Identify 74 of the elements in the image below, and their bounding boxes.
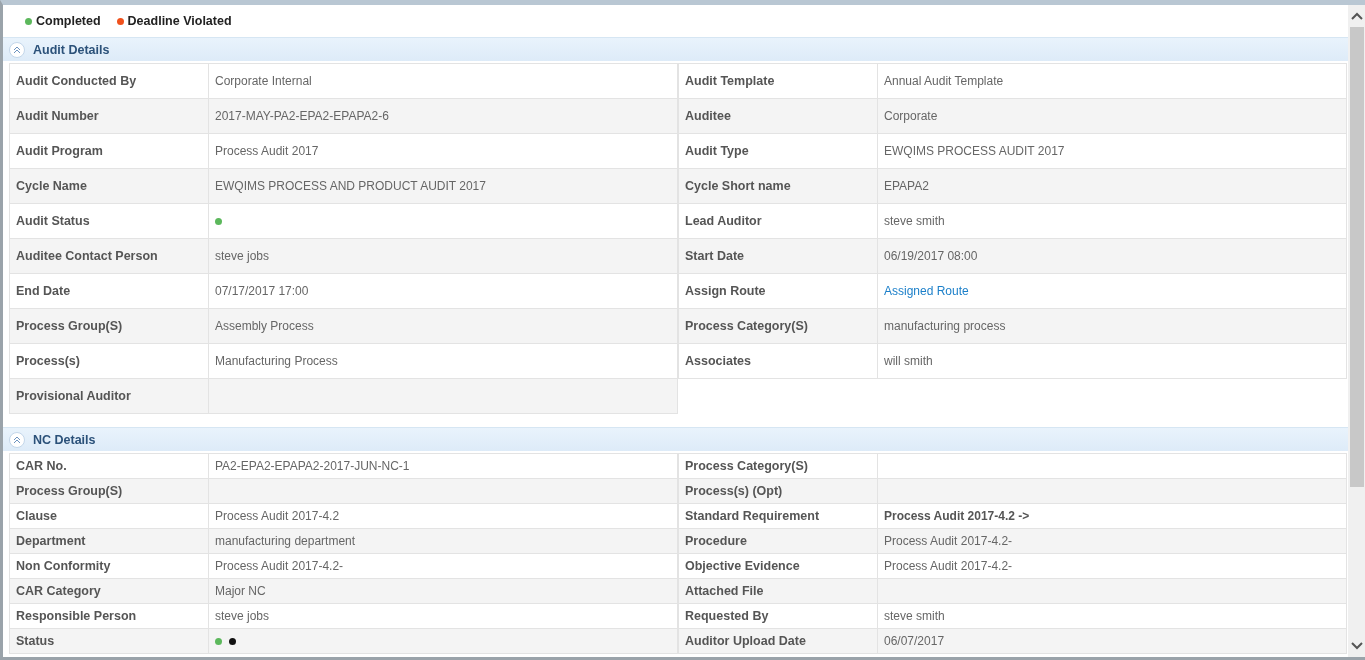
field-value-cell: steve smith bbox=[878, 604, 1347, 629]
field-label-cell: Objective Evidence bbox=[678, 554, 878, 579]
field-value-cell: EWQIMS PROCESS AUDIT 2017 bbox=[878, 134, 1347, 169]
field-value-cell: Manufacturing Process bbox=[209, 344, 678, 379]
field-value-cell: 07/17/2017 17:00 bbox=[209, 274, 678, 309]
collapse-toggle-icon[interactable] bbox=[9, 431, 25, 448]
field-label-cell: Audit Number bbox=[9, 99, 209, 134]
field-label-cell: Requested By bbox=[678, 604, 878, 629]
field-value-cell: manufacturing process bbox=[878, 309, 1347, 344]
field-label-cell: Department bbox=[9, 529, 209, 554]
legend-label: Completed bbox=[36, 14, 101, 28]
field-value-cell: 2017-MAY-PA2-EPA2-EPAPA2-6 bbox=[209, 99, 678, 134]
field-label-cell: Audit Template bbox=[678, 63, 878, 99]
field-value-cell: steve jobs bbox=[209, 239, 678, 274]
field-value-cell: 06/07/2017 bbox=[878, 629, 1347, 654]
field-value-cell: Assembly Process bbox=[209, 309, 678, 344]
legend-label: Deadline Violated bbox=[127, 14, 232, 28]
scroll-down-icon[interactable] bbox=[1350, 642, 1363, 650]
field-label-cell: CAR No. bbox=[9, 453, 209, 479]
field-value-cell: steve jobs bbox=[209, 604, 678, 629]
field-value-cell: EWQIMS PROCESS AND PRODUCT AUDIT 2017 bbox=[209, 169, 678, 204]
field-label-cell: Process Group(S) bbox=[9, 309, 209, 344]
field-label-cell: Process(s) bbox=[9, 344, 209, 379]
field-value-cell: Corporate bbox=[878, 99, 1347, 134]
field-value-cell: EPAPA2 bbox=[878, 169, 1347, 204]
field-label-cell: End Date bbox=[9, 274, 209, 309]
field-value-cell: Major NC bbox=[209, 579, 678, 604]
field-value-cell: Process Audit 2017-4.2- bbox=[878, 529, 1347, 554]
field-label-cell: Auditee bbox=[678, 99, 878, 134]
section-title: NC Details bbox=[33, 432, 96, 447]
route-link[interactable]: Assigned Route bbox=[884, 284, 969, 298]
field-label-cell: Provisional Auditor bbox=[9, 379, 209, 414]
field-value-cell: Process Audit 2017-4.2 bbox=[209, 504, 678, 529]
field-value-cell: steve smith bbox=[878, 204, 1347, 239]
field-label-cell: Audit Conducted By bbox=[9, 63, 209, 99]
field-value-cell: will smith bbox=[878, 344, 1347, 379]
field-label-cell: Audit Type bbox=[678, 134, 878, 169]
field-label-cell: Cycle Short name bbox=[678, 169, 878, 204]
field-label-cell: Associates bbox=[678, 344, 878, 379]
field-label-cell: Auditor Upload Date bbox=[678, 629, 878, 654]
field-label-cell: Attached File bbox=[678, 579, 878, 604]
field-label-cell: Process Group(S) bbox=[9, 479, 209, 504]
field-label-cell: Standard Requirement bbox=[678, 504, 878, 529]
scroll-up-icon[interactable] bbox=[1350, 12, 1363, 20]
field-label-cell: Process Category(S) bbox=[678, 309, 878, 344]
field-label-cell: Audit Status bbox=[9, 204, 209, 239]
field-label-cell: Auditee Contact Person bbox=[9, 239, 209, 274]
field-label-cell: Process Category(S) bbox=[678, 453, 878, 479]
field-label-cell: Clause bbox=[9, 504, 209, 529]
field-value-cell: PA2-EPA2-EPAPA2-2017-JUN-NC-1 bbox=[209, 453, 678, 479]
field-label-cell: Cycle Name bbox=[9, 169, 209, 204]
field-label-cell: Start Date bbox=[678, 239, 878, 274]
field-label-cell: Assign Route bbox=[678, 274, 878, 309]
section-header[interactable]: Audit Details bbox=[3, 37, 1348, 61]
section-header[interactable]: NC Details bbox=[3, 427, 1348, 451]
scrollbar-thumb[interactable] bbox=[1349, 27, 1364, 487]
field-label-cell: CAR Category bbox=[9, 579, 209, 604]
field-value-cell: manufacturing department bbox=[209, 529, 678, 554]
field-label-cell: Process(s) (Opt) bbox=[678, 479, 878, 504]
field-value-cell: Annual Audit Template bbox=[878, 63, 1347, 99]
field-value-cell: 06/19/2017 08:00 bbox=[878, 239, 1347, 274]
field-label-cell: Procedure bbox=[678, 529, 878, 554]
field-label-cell: Audit Program bbox=[9, 134, 209, 169]
field-label-cell: Non Conformity bbox=[9, 554, 209, 579]
field-value-cell: Process Audit 2017-4.2- bbox=[209, 554, 678, 579]
field-value-cell: Process Audit 2017-4.2- bbox=[878, 554, 1347, 579]
field-label-cell: Lead Auditor bbox=[678, 204, 878, 239]
section-title: Audit Details bbox=[33, 42, 110, 57]
field-value-cell: Process Audit 2017-4.2 -> bbox=[878, 504, 1347, 529]
field-label-cell: Status bbox=[9, 629, 209, 654]
field-label-cell: Responsible Person bbox=[9, 604, 209, 629]
field-value-cell: Process Audit 2017 bbox=[209, 134, 678, 169]
field-value-cell: Corporate Internal bbox=[209, 63, 678, 99]
collapse-toggle-icon[interactable] bbox=[9, 41, 25, 58]
